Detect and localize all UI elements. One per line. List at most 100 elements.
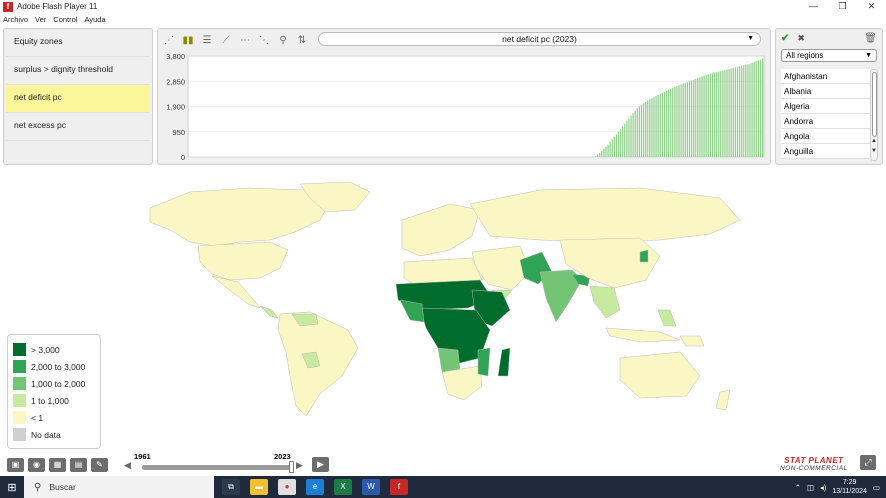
scroll-up-icon[interactable]: ▲ bbox=[871, 138, 877, 144]
notes-icon[interactable]: ✎ bbox=[91, 458, 108, 472]
chrome-icon[interactable]: ● bbox=[278, 479, 296, 495]
bar bbox=[663, 91, 666, 157]
line-chart-icon[interactable]: ⟋ bbox=[219, 33, 233, 47]
y-tick-label: 0 bbox=[181, 153, 185, 162]
bar bbox=[741, 65, 743, 157]
menu-ayuda[interactable]: Ayuda bbox=[84, 15, 105, 24]
indicator-item-net-excess[interactable]: net excess pc bbox=[6, 113, 150, 141]
bar bbox=[655, 96, 657, 157]
map-region-indonesia[interactable] bbox=[605, 327, 681, 343]
menu-archivo[interactable]: Archivo bbox=[3, 15, 28, 24]
excel-icon[interactable]: X bbox=[334, 479, 352, 495]
timeline-next-icon[interactable]: ▶ bbox=[296, 460, 303, 471]
tray-chevron-icon[interactable]: ⌃ bbox=[795, 483, 801, 492]
map-region-madagascar[interactable] bbox=[497, 347, 511, 377]
edge-icon[interactable]: e bbox=[306, 479, 324, 495]
windows-start-icon[interactable]: ⊞ bbox=[0, 481, 24, 494]
network-icon[interactable]: ◫ bbox=[807, 483, 814, 492]
bar bbox=[665, 90, 668, 157]
map-region-canada[interactable] bbox=[149, 187, 331, 247]
maximize-button[interactable]: ❐ bbox=[828, 0, 857, 13]
file-explorer-icon[interactable]: ▬ bbox=[250, 479, 268, 495]
bar-chart-icon[interactable]: ▮▮ bbox=[181, 33, 195, 47]
list-item[interactable]: Angola bbox=[781, 129, 873, 144]
map-region-southeast-asia[interactable] bbox=[589, 285, 621, 319]
map-region-europe[interactable] bbox=[401, 203, 481, 257]
bar bbox=[674, 86, 676, 157]
line-dots-icon[interactable]: ⋯ bbox=[238, 33, 252, 47]
bar bbox=[688, 81, 691, 157]
scroll-down-icon[interactable]: ▼ bbox=[871, 148, 877, 154]
bar bbox=[609, 142, 611, 157]
map-region-north-korea[interactable] bbox=[639, 249, 649, 263]
map-region-central-america[interactable] bbox=[259, 305, 279, 319]
map-tool-icon[interactable]: ▣ bbox=[7, 458, 24, 472]
menu-control[interactable]: Control bbox=[53, 15, 77, 24]
sort-icon[interactable]: ⇅ bbox=[295, 33, 309, 47]
bar bbox=[716, 72, 718, 157]
bar bbox=[759, 59, 762, 157]
word-icon[interactable]: W bbox=[362, 479, 380, 495]
bar bbox=[693, 79, 695, 157]
task-view-icon[interactable]: ⧉ bbox=[222, 479, 240, 495]
list-item[interactable]: Anguilla bbox=[781, 144, 873, 159]
timeline-handle[interactable] bbox=[289, 461, 294, 473]
map-legend: > 3,000 2,000 to 3,000 1,000 to 2,000 1 … bbox=[7, 334, 101, 449]
map-region-mexico[interactable] bbox=[211, 275, 261, 309]
horizontal-bar-icon[interactable]: ☰ bbox=[200, 33, 214, 47]
title-bar: f Adobe Flash Player 11 — ❐ ✕ bbox=[0, 0, 886, 13]
map-region-southern-africa[interactable] bbox=[441, 365, 483, 401]
taskbar-search[interactable]: ⚲ Buscar bbox=[24, 476, 214, 498]
timeline-track[interactable] bbox=[142, 465, 292, 470]
legend-swatch bbox=[13, 343, 26, 356]
scatter-icon[interactable]: ⋰ bbox=[162, 33, 176, 47]
volume-icon[interactable]: ◂) bbox=[820, 483, 826, 492]
timeline-slider[interactable]: ◀ 1961 2023 ▶ bbox=[124, 452, 334, 474]
map-region-angola[interactable] bbox=[437, 347, 461, 373]
country-list-scrollbar[interactable]: ▲ ▼ bbox=[870, 69, 878, 161]
indicator-dropdown[interactable]: net deficit pc (2023) ▼ bbox=[318, 32, 761, 46]
table-icon[interactable]: ▤ bbox=[70, 458, 87, 472]
chevron-down-icon: ▼ bbox=[865, 52, 872, 59]
map-region-russia[interactable] bbox=[469, 187, 741, 243]
region-dropdown[interactable]: All regions ▼ bbox=[781, 49, 877, 62]
map-region-new-zealand[interactable] bbox=[715, 389, 731, 411]
legend-swatch bbox=[13, 428, 26, 441]
map-region-mozambique[interactable] bbox=[477, 347, 491, 377]
list-item[interactable]: Andorra bbox=[781, 114, 873, 129]
indicator-item-net-deficit[interactable]: net deficit pc bbox=[6, 85, 150, 113]
bar bbox=[690, 80, 693, 157]
bar bbox=[672, 87, 674, 157]
taskbar-clock[interactable]: 7:29 13/11/2024 bbox=[832, 478, 867, 496]
scrollbar-thumb[interactable] bbox=[872, 72, 877, 137]
map-region-australia[interactable] bbox=[619, 351, 701, 399]
clear-icon[interactable]: ✖ bbox=[797, 33, 805, 44]
map-region-philippines[interactable] bbox=[657, 309, 677, 327]
legend-row: 2,000 to 3,000 bbox=[13, 358, 95, 375]
list-item[interactable]: Algeria bbox=[781, 99, 873, 114]
list-item[interactable]: Albania bbox=[781, 84, 873, 99]
map-region-papua-new-guinea[interactable] bbox=[679, 335, 705, 347]
close-button[interactable]: ✕ bbox=[857, 0, 886, 13]
indicator-item-equity-zones[interactable]: Equity zones bbox=[6, 29, 150, 57]
map-region-usa[interactable] bbox=[197, 241, 289, 281]
zoom-icon[interactable]: ⚲ bbox=[276, 33, 290, 47]
check-icon[interactable]: ✔ bbox=[781, 33, 789, 44]
notifications-icon[interactable]: ▭ bbox=[873, 483, 880, 492]
bar bbox=[645, 101, 647, 157]
layers-icon[interactable]: ▦ bbox=[49, 458, 66, 472]
timeline-prev-icon[interactable]: ◀ bbox=[124, 460, 131, 471]
eye-icon[interactable]: ◉ bbox=[28, 458, 45, 472]
bar bbox=[732, 67, 734, 157]
indicator-item-surplus[interactable]: surplus > dignity threshold bbox=[6, 57, 150, 85]
scatter-trend-icon[interactable]: ⋱ bbox=[257, 33, 271, 47]
list-item[interactable]: Afghanistan bbox=[781, 69, 873, 84]
play-button[interactable]: ▶ bbox=[312, 457, 329, 472]
flash-player-icon[interactable]: f bbox=[390, 479, 408, 495]
bar bbox=[684, 82, 686, 157]
menu-ver[interactable]: Ver bbox=[35, 15, 46, 24]
fullscreen-button[interactable]: ⤢ bbox=[860, 455, 876, 470]
trash-icon[interactable]: 🗑 bbox=[864, 33, 877, 44]
minimize-button[interactable]: — bbox=[799, 0, 828, 13]
world-map[interactable] bbox=[120, 180, 760, 420]
